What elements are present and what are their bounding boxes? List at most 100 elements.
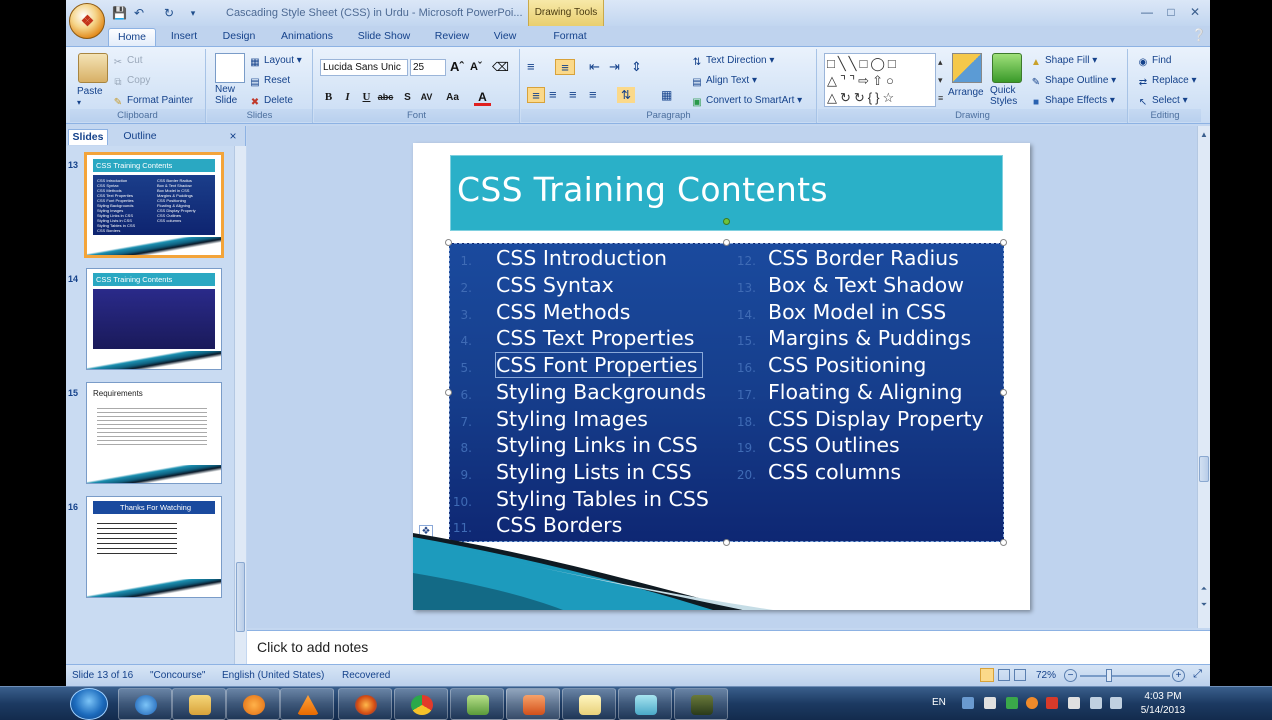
numbering-icon[interactable]: ≡ <box>555 59 575 75</box>
tab-slides[interactable]: Slides <box>68 129 108 145</box>
next-slide-icon[interactable]: ⏷ <box>1199 600 1209 612</box>
select-button[interactable]: ↖ Select ▾ <box>1137 93 1188 109</box>
shapes-scroll-icon[interactable]: ▴ ▾ ≡ <box>938 53 948 107</box>
save-icon[interactable]: 💾 <box>112 6 127 20</box>
font-size-select[interactable]: 25 <box>410 59 446 76</box>
tray-icon[interactable] <box>1046 697 1058 709</box>
resize-handle[interactable] <box>1000 239 1007 246</box>
powerpoint-taskbar-button[interactable] <box>506 688 560 720</box>
help-icon[interactable]: ❔ <box>1188 27 1210 43</box>
shape-outline-button[interactable]: ✎ Shape Outline ▾ <box>1030 73 1116 89</box>
replace-button[interactable]: ⇄ Replace ▾ <box>1137 73 1197 89</box>
app-taskbar-button[interactable] <box>450 688 504 720</box>
new-slide-button[interactable]: New Slide <box>215 84 237 106</box>
text-box-icon[interactable]: ▦ <box>661 87 672 103</box>
decrease-indent-icon[interactable]: ⇤ <box>589 59 600 75</box>
volume-icon[interactable] <box>1110 697 1122 709</box>
language-status[interactable]: English (United States) <box>222 670 324 681</box>
tray-icon[interactable] <box>1006 697 1018 709</box>
tab-slide-show[interactable]: Slide Show <box>350 28 418 46</box>
start-button[interactable] <box>70 688 108 720</box>
redo-icon[interactable]: ↻ <box>162 6 176 20</box>
close-icon[interactable]: ✕ <box>1184 4 1206 20</box>
tab-design[interactable]: Design <box>216 28 262 46</box>
convert-smartart-button[interactable]: ▣ Convert to SmartArt ▾ <box>691 93 802 109</box>
italic-icon[interactable]: I <box>339 89 356 106</box>
columns-icon[interactable]: ⇅ <box>617 87 635 103</box>
bold-icon[interactable]: B <box>320 89 337 106</box>
scroll-thumb[interactable] <box>1199 456 1209 482</box>
tray-icon[interactable] <box>984 697 996 709</box>
close-pane-icon[interactable]: × <box>226 129 240 145</box>
align-text-button[interactable]: ▤ Align Text ▾ <box>691 73 757 89</box>
quick-styles-button[interactable]: Quick Styles <box>990 85 1017 107</box>
resize-handle[interactable] <box>445 389 452 396</box>
slide-scrollbar[interactable]: ▲ ⏶ ⏷ <box>1197 126 1210 628</box>
tray-icon[interactable] <box>962 697 974 709</box>
font-color-icon[interactable]: A <box>474 89 491 106</box>
format-painter-button[interactable]: ✎ Format Painter <box>112 93 193 109</box>
zoom-level[interactable]: 72% <box>1036 670 1056 681</box>
grow-font-icon[interactable]: Aˆ <box>450 59 464 75</box>
media-player-taskbar-button[interactable] <box>226 688 280 720</box>
maximize-icon[interactable]: □ <box>1160 4 1182 20</box>
shape-fill-button[interactable]: ▲ Shape Fill ▾ <box>1030 53 1097 69</box>
cut-button[interactable]: ✂ Cut <box>112 53 143 69</box>
align-right-icon[interactable]: ≡ <box>569 87 577 103</box>
reset-button[interactable]: ▤ Reset <box>249 73 290 89</box>
copy-button[interactable]: ⧉ Copy <box>112 73 150 89</box>
tab-animations[interactable]: Animations <box>272 28 342 46</box>
line-spacing-icon[interactable]: ⇕ <box>631 59 642 75</box>
quick-styles-icon[interactable] <box>992 53 1022 83</box>
input-language[interactable]: EN <box>932 697 946 708</box>
zoom-slider-thumb[interactable] <box>1106 669 1112 682</box>
slide-thumbnail-16[interactable]: Thanks For Watching <box>86 496 222 598</box>
font-family-select[interactable]: Lucida Sans Unic <box>320 59 408 76</box>
resize-handle[interactable] <box>1000 389 1007 396</box>
change-case-icon[interactable]: Aa <box>444 89 461 106</box>
zoom-out-icon[interactable]: − <box>1064 669 1077 682</box>
arrange-icon[interactable] <box>952 53 982 83</box>
rotation-handle[interactable] <box>723 218 730 225</box>
ie-taskbar-button[interactable] <box>118 688 172 720</box>
previous-slide-icon[interactable]: ⏶ <box>1199 584 1209 596</box>
tab-home[interactable]: Home <box>108 28 156 46</box>
scroll-thumb[interactable] <box>236 562 245 632</box>
bullets-icon[interactable]: ≡ <box>527 59 535 75</box>
clock[interactable]: 4:03 PM 5/14/2013 <box>1128 690 1198 718</box>
explorer-taskbar-button[interactable] <box>172 688 226 720</box>
shadow-icon[interactable]: S <box>399 89 416 106</box>
char-spacing-icon[interactable]: AV <box>418 89 435 106</box>
slides-pane-scrollbar[interactable] <box>234 146 246 664</box>
vlc-taskbar-button[interactable] <box>280 688 334 720</box>
office-button[interactable]: ❖ <box>69 3 105 39</box>
align-left-icon[interactable]: ≡ <box>527 87 545 103</box>
arrange-button[interactable]: Arrange <box>948 85 984 101</box>
text-direction-button[interactable]: ⇅ Text Direction ▾ <box>691 53 775 69</box>
strikethrough-icon[interactable]: abc <box>377 89 394 106</box>
tab-format[interactable]: Format <box>542 28 598 46</box>
firefox-taskbar-button[interactable] <box>338 688 392 720</box>
justify-icon[interactable]: ≡ <box>589 87 597 103</box>
content-placeholder[interactable]: 1. CSS Introduction 2. CSS Syntax 3. CSS… <box>449 243 1004 542</box>
resize-handle[interactable] <box>723 239 730 246</box>
align-center-icon[interactable]: ≡ <box>549 87 557 103</box>
tab-insert[interactable]: Insert <box>162 28 206 46</box>
clear-formatting-icon[interactable]: ⌫ <box>492 59 509 75</box>
recorder-taskbar-button[interactable] <box>674 688 728 720</box>
resize-handle[interactable] <box>445 239 452 246</box>
slide-thumbnail-13[interactable]: CSS Training Contents CSS Introduction CS… <box>84 152 224 258</box>
notepad-taskbar-button[interactable] <box>562 688 616 720</box>
find-button[interactable]: ◉ Find <box>1137 53 1172 69</box>
paste-icon[interactable] <box>78 53 108 83</box>
new-slide-icon[interactable] <box>215 53 245 83</box>
tray-icon[interactable] <box>1026 697 1038 709</box>
scroll-up-icon[interactable]: ▲ <box>1199 130 1209 140</box>
chrome-taskbar-button[interactable] <box>394 688 448 720</box>
minimize-icon[interactable]: — <box>1136 4 1158 20</box>
zoom-slider[interactable] <box>1080 675 1170 677</box>
qat-dropdown-icon[interactable]: ▾ <box>186 6 200 20</box>
flag-icon[interactable] <box>1068 697 1080 709</box>
slide-thumbnail-15[interactable]: Requirements <box>86 382 222 484</box>
shape-effects-button[interactable]: ■ Shape Effects ▾ <box>1030 93 1115 109</box>
